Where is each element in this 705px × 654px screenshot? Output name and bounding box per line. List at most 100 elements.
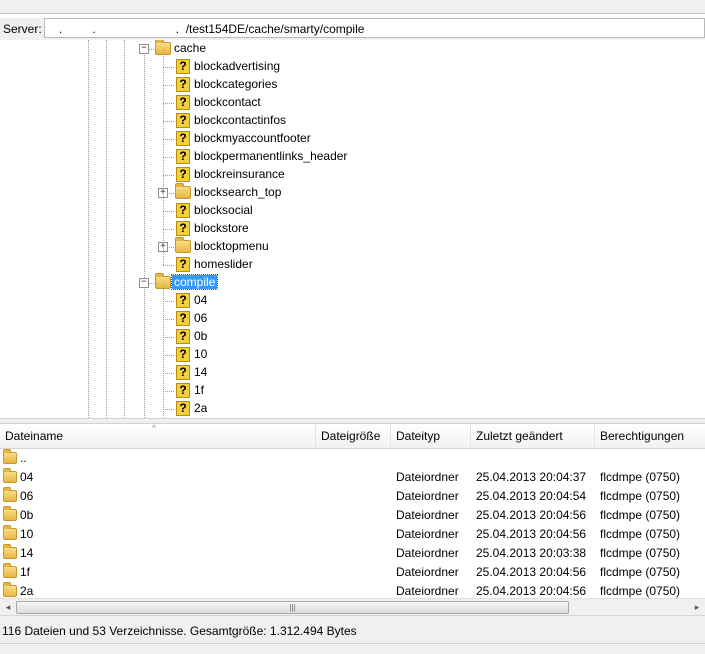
file-name-cell: 1f (20, 565, 31, 579)
tree-item-label: 06 (194, 311, 208, 325)
tree-item-compile[interactable]: − compile (0, 273, 705, 292)
file-modified-cell: 25.04.2013 20:04:37 (476, 470, 587, 484)
tree-item-blockcategories[interactable]: ? blockcategories (0, 76, 705, 94)
column-header-permissions[interactable]: Berechtigungen (595, 424, 705, 448)
tree-guide-line (163, 49, 164, 265)
tree-item-blockstore[interactable]: ? blockstore (0, 220, 705, 238)
tree-item-0b[interactable]: ? 0b (0, 328, 705, 346)
collapse-icon[interactable]: − (139, 278, 149, 288)
file-type-cell: Dateiordner (396, 527, 459, 541)
file-type-cell: Dateiordner (396, 508, 459, 522)
unknown-file-icon: ? (176, 59, 190, 74)
unknown-file-icon: ? (176, 77, 190, 92)
column-header-filename[interactable]: Dateiname ^ (0, 424, 316, 448)
tree-item-label: compile (170, 274, 219, 290)
unknown-file-icon: ? (176, 257, 190, 272)
tree-item-blocksearch_top[interactable]: + blocksearch_top (0, 183, 705, 202)
tree-item-blockmyaccountfooter[interactable]: ? blockmyaccountfooter (0, 130, 705, 148)
tree-item-04[interactable]: ? 04 (0, 292, 705, 310)
table-row[interactable]: .. (0, 449, 705, 468)
tree-item-label: blocksocial (194, 203, 253, 217)
tree-guide-line (163, 283, 164, 418)
bottom-strip (0, 643, 705, 654)
unknown-file-icon: ? (176, 329, 190, 344)
unknown-file-icon: ? (176, 221, 190, 236)
remote-directory-tree[interactable]: − cache? blockadvertising? blockcategories?… (0, 40, 705, 418)
tree-item-1f[interactable]: ? 1f (0, 382, 705, 400)
file-name-cell: 04 (20, 470, 34, 484)
tree-item-blockpermanentlinks_header[interactable]: ? blockpermanentlinks_header (0, 148, 705, 166)
file-permissions-cell: flcdmpe (0750) (600, 546, 681, 560)
table-row[interactable]: 0b Dateiordner 25.04.2013 20:04:56 flcdmpe … (0, 506, 705, 525)
file-permissions-cell: flcdmpe (0750) (600, 527, 681, 541)
unknown-file-icon: ? (176, 167, 190, 182)
folder-icon (3, 468, 17, 483)
file-permissions-cell: flcdmpe (0750) (600, 470, 681, 484)
file-modified-cell: 25.04.2013 20:04:54 (476, 489, 587, 503)
folder-icon (175, 183, 191, 199)
tree-item-14[interactable]: ? 14 (0, 364, 705, 382)
file-type-cell: Dateiordner (396, 470, 459, 484)
tree-item-label: blockcontactinfos (194, 113, 287, 127)
table-row[interactable]: 14 Dateiordner 25.04.2013 20:03:38 flcdmpe … (0, 544, 705, 563)
file-modified-cell: 25.04.2013 20:04:56 (476, 565, 587, 579)
column-header-modified[interactable]: Zuletzt geändert (471, 424, 595, 448)
tree-connector (163, 337, 174, 338)
tree-item-label: cache (174, 41, 207, 55)
tree-item-label: 14 (194, 365, 208, 379)
scroll-left-icon[interactable]: ◂ (0, 599, 16, 616)
file-type-cell: Dateiordner (396, 546, 459, 560)
tree-item-label: blockpermanentlinks_header (194, 149, 348, 163)
column-header-size[interactable]: Dateigröße (316, 424, 391, 448)
table-row[interactable]: 06 Dateiordner 25.04.2013 20:04:54 flcdmpe … (0, 487, 705, 506)
table-row[interactable]: 10 Dateiordner 25.04.2013 20:04:56 flcdmpe … (0, 525, 705, 544)
unknown-file-icon: ? (176, 293, 190, 308)
tree-item-06[interactable]: ? 06 (0, 310, 705, 328)
remote-file-list[interactable]: Dateiname ^ Dateigröße Dateityp Zuletzt … (0, 424, 705, 614)
tree-item-blockadvertising[interactable]: ? blockadvertising (0, 58, 705, 76)
tree-connector (163, 409, 174, 410)
file-permissions-cell: flcdmpe (0750) (600, 584, 681, 598)
tree-connector (163, 85, 174, 86)
tree-item-cache[interactable]: − cache (0, 40, 705, 58)
tree-connector (163, 157, 174, 158)
status-bar: 116 Dateien und 53 Verzeichnisse. Gesamt… (0, 615, 705, 643)
tree-item-blockreinsurance[interactable]: ? blockreinsurance (0, 166, 705, 184)
file-name-cell: 2a (20, 584, 34, 598)
file-type-cell: Dateiordner (396, 584, 459, 598)
file-type-cell: Dateiordner (396, 565, 459, 579)
tree-item-blocksocial[interactable]: ? blocksocial (0, 202, 705, 220)
scroll-right-icon[interactable]: ▸ (689, 599, 705, 616)
tree-item-blocktopmenu[interactable]: + blocktopmenu (0, 237, 705, 256)
unknown-file-icon: ? (176, 311, 190, 326)
tree-connector (163, 67, 174, 68)
horizontal-scrollbar[interactable]: ◂ ||| ▸ (0, 598, 705, 616)
tree-item-blockcontactinfos[interactable]: ? blockcontactinfos (0, 112, 705, 130)
tree-item-label: blockadvertising (194, 59, 281, 73)
tree-item-10[interactable]: ? 10 (0, 346, 705, 364)
column-header-filename-label: Dateiname (5, 429, 64, 443)
folder-icon (3, 449, 17, 464)
unknown-file-icon: ? (176, 95, 190, 110)
tree-item-blockcontact[interactable]: ? blockcontact (0, 94, 705, 112)
tree-item-label: blockstore (194, 221, 249, 235)
tree-item-label: homeslider (194, 257, 253, 271)
column-header-row: Dateiname ^ Dateigröße Dateityp Zuletzt … (0, 424, 705, 449)
tree-item-label: blockcategories (194, 77, 278, 91)
sort-ascending-icon: ^ (152, 424, 156, 433)
tree-item-label: blocksearch_top (194, 185, 282, 199)
table-row[interactable]: 1f Dateiordner 25.04.2013 20:04:56 flcdmpe … (0, 563, 705, 582)
column-header-type[interactable]: Dateityp (391, 424, 471, 448)
scrollbar-thumb[interactable]: ||| (16, 601, 569, 614)
tree-item-homeslider[interactable]: ? homeslider (0, 256, 705, 274)
tree-connector (163, 211, 174, 212)
collapse-icon[interactable]: − (139, 44, 149, 54)
folder-icon (3, 582, 17, 597)
tree-item-label: 0b (194, 329, 208, 343)
tree-connector (163, 391, 174, 392)
file-type-cell: Dateiordner (396, 489, 459, 503)
tree-item-2a[interactable]: ? 2a (0, 400, 705, 418)
table-row[interactable]: 04 Dateiordner 25.04.2013 20:04:37 flcdmpe … (0, 468, 705, 487)
folder-icon (3, 506, 17, 521)
server-path-input[interactable]: . . . /test154DE/cache/smarty/compile (44, 18, 705, 38)
